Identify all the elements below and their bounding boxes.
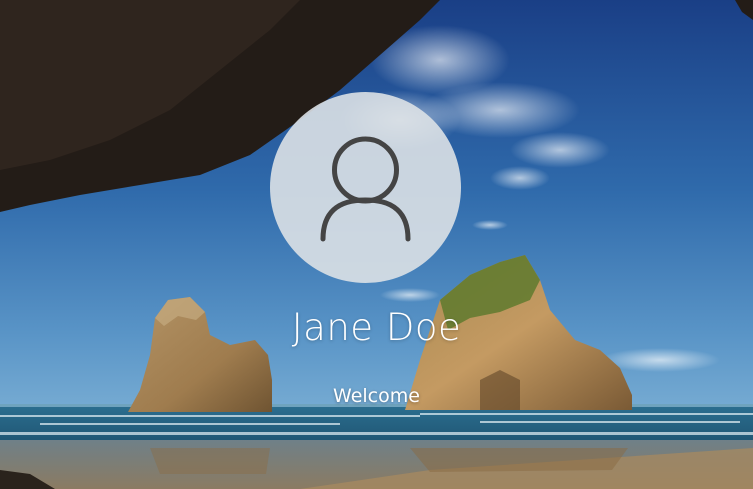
user-avatar	[270, 92, 461, 283]
lock-screen: Jane Doe Welcome	[0, 0, 753, 489]
status-message: Welcome	[333, 385, 420, 407]
user-name: Jane Doe	[291, 306, 462, 349]
user-icon	[320, 136, 411, 242]
